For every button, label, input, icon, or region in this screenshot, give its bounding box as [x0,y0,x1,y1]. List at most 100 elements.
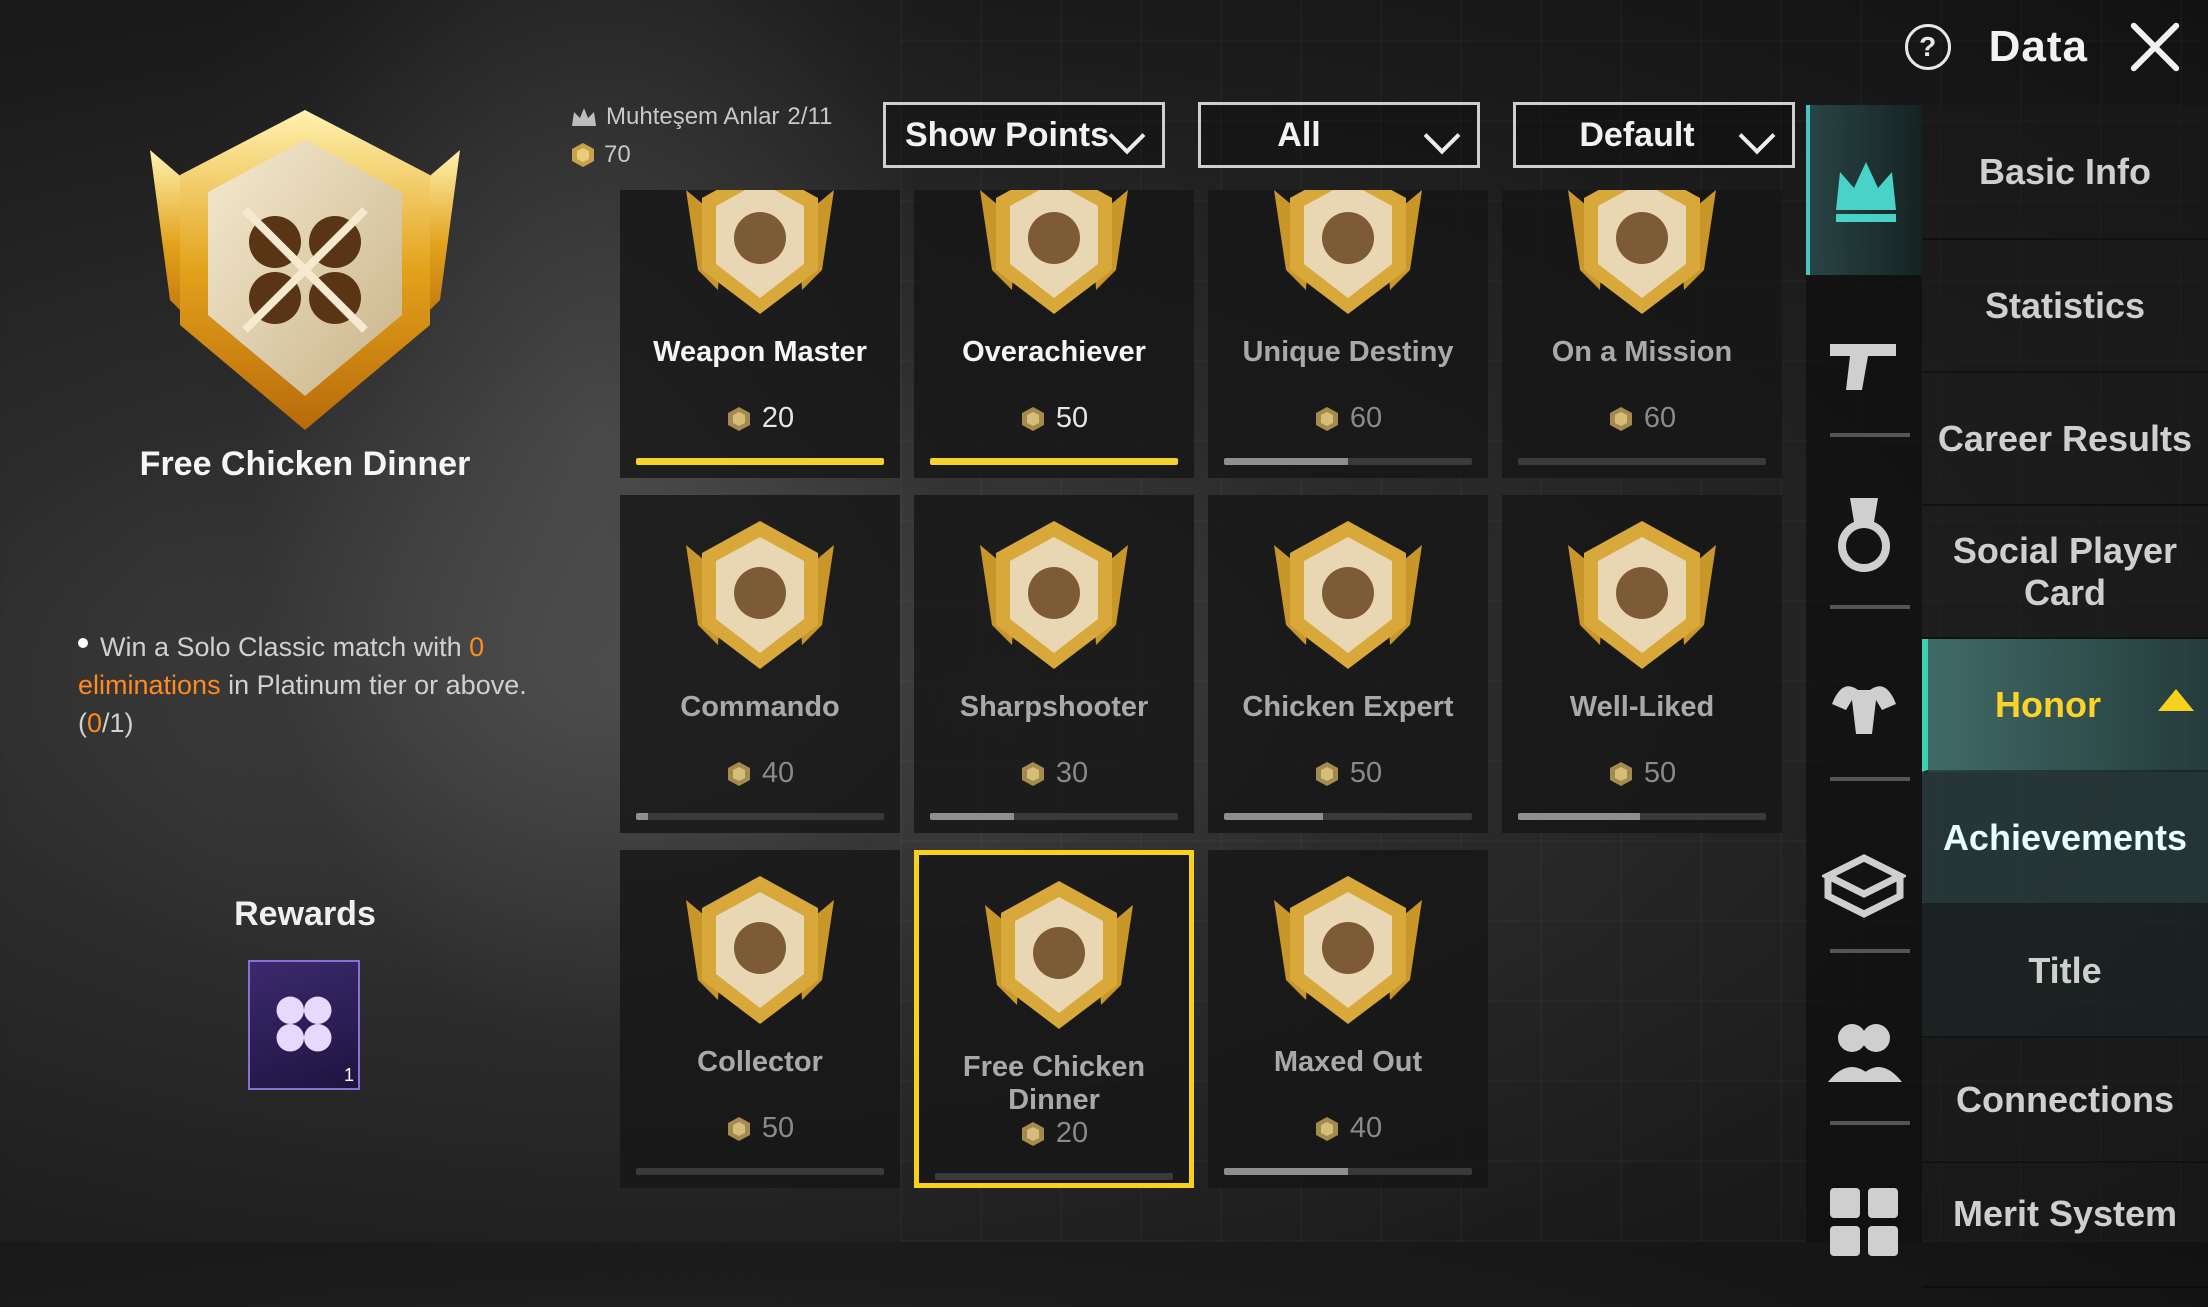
tab-divider [1830,1121,1910,1125]
achievement-card[interactable]: Commando 40 [620,495,900,833]
achievement-card[interactable]: Weapon Master 20 [620,190,900,478]
points-value: 20 [761,402,795,434]
points-value: 30 [1055,757,1089,789]
achievement-points: 30 [914,757,1194,790]
menu-connections[interactable]: Connections [1922,1038,2208,1163]
progress-fill [1224,458,1348,465]
medal-icon [1838,498,1890,572]
achievement-card[interactable]: Collector 50 [620,850,900,1188]
progress-bar [636,813,884,820]
progress-bar [636,458,884,465]
points-coin-icon [1315,1116,1338,1141]
dropdown-value: Show Points [905,115,1109,154]
achievement-card[interactable]: Chicken Expert 50 [1208,495,1488,833]
show-points-dropdown[interactable]: Show Points [883,102,1165,168]
achievement-card[interactable]: Maxed Out 40 [1208,850,1488,1188]
progress-bar [636,1168,884,1175]
achievement-card[interactable]: Free Chicken Dinner 20 [914,850,1194,1188]
menu-achievements[interactable]: Achievements [1922,772,2208,905]
desc-progress-total: /1) [102,708,134,738]
achievement-name: Collector [697,1046,823,1078]
close-icon[interactable] [2126,18,2184,76]
progress-fill [1224,1168,1348,1175]
data-title: Data [1988,22,2088,71]
progress-bar [935,1173,1173,1180]
achievement-name: On a Mission [1551,336,1733,368]
bullet-icon [78,637,88,648]
category-tab[interactable] [1806,449,1922,619]
desc-text: Win a Solo Classic match with [100,632,470,662]
chicken-icon [1274,521,1422,669]
progress-fill [636,813,649,820]
order-dropdown[interactable]: Default [1513,102,1795,168]
category-tab[interactable] [1806,277,1922,447]
points-coin-icon [1315,761,1338,786]
points-coin-icon [727,406,750,431]
achievement-points: 50 [914,402,1194,435]
progress-fill [1518,813,1640,820]
achievement-card[interactable]: On a Mission 60 [1502,190,1782,478]
points-value: 60 [1643,402,1677,434]
grid-icon [1830,1188,1898,1256]
category-tab[interactable] [1806,965,1922,1135]
achievement-name: Overachiever [962,336,1146,368]
chevron-down-icon [1423,117,1461,155]
reward-item[interactable]: 1 [248,960,360,1090]
category-tab[interactable] [1806,1137,1922,1307]
achievement-card[interactable]: Unique Destiny 60 [1208,190,1488,478]
progress-bar [930,458,1178,465]
menu-career-results[interactable]: Career Results [1922,373,2208,506]
points-coin-icon [1315,406,1338,431]
category-icon-column [1806,105,1922,1256]
progress-fill [930,813,1015,820]
helmet-icon [980,521,1128,669]
progress-bar [1224,813,1472,820]
achievement-name: Maxed Out [1273,1046,1423,1078]
category-dropdown[interactable]: All [1198,102,1480,168]
category-tab[interactable] [1806,793,1922,963]
profile-menu: Basic Info Statistics Career Results Soc… [1922,105,2208,1288]
points-value: 50 [1349,757,1383,789]
points-coin-icon [727,1116,750,1141]
achievement-points: 60 [1502,402,1782,435]
achievement-points: 40 [1208,1112,1488,1145]
achievement-points: 20 [919,1117,1189,1150]
category-summary: Muhteşem Anlar 2/11 70 [570,98,832,174]
category-tab[interactable] [1806,105,1922,275]
top-bar: ? Data [1904,18,2184,76]
diamond-icon [1274,190,1422,314]
dropdown-value: Default [1579,115,1695,154]
achievement-points: 60 [1208,402,1488,435]
menu-merit-system[interactable]: Merit System [1922,1163,2208,1288]
menu-statistics[interactable]: Statistics [1922,240,2208,373]
crown-icon [1836,162,1896,222]
achievement-name: Chicken Expert [1242,691,1454,723]
parachute-figure-icon [686,190,834,314]
points-coin-icon [1021,1121,1044,1146]
menu-basic-info[interactable]: Basic Info [1922,105,2208,240]
crosshair-rifle-icon [1568,190,1716,314]
achievement-card[interactable]: Well-Liked 50 [1502,495,1782,833]
category-tab[interactable] [1806,621,1922,791]
points-value: 60 [1349,402,1383,434]
achievement-name: Unique Destiny [1242,336,1454,368]
points-value: 40 [1349,1112,1383,1144]
progress-fill [636,458,884,465]
chevron-down-icon [1108,117,1146,155]
achievement-card[interactable]: Overachiever 50 [914,190,1194,478]
clover-icon [276,996,332,1052]
points-coin-icon [727,761,750,786]
achievement-name: Well-Liked [1569,691,1715,723]
question-circle-icon[interactable]: ? [1904,24,1951,70]
menu-social-player-card[interactable]: Social Player Card [1922,506,2208,639]
clover-icon [985,881,1133,1029]
menu-title[interactable]: Title [1922,905,2208,1038]
achievement-card[interactable]: Sharpshooter 30 [914,495,1194,833]
reward-quantity: 1 [343,1065,354,1085]
progress-bar [1518,458,1766,465]
dropdown-value: All [1277,115,1321,154]
chevron-down-icon [1738,117,1776,155]
progress-fill [930,458,1178,465]
menu-honor[interactable]: Honor [1922,639,2208,772]
crown-icon [572,108,596,126]
